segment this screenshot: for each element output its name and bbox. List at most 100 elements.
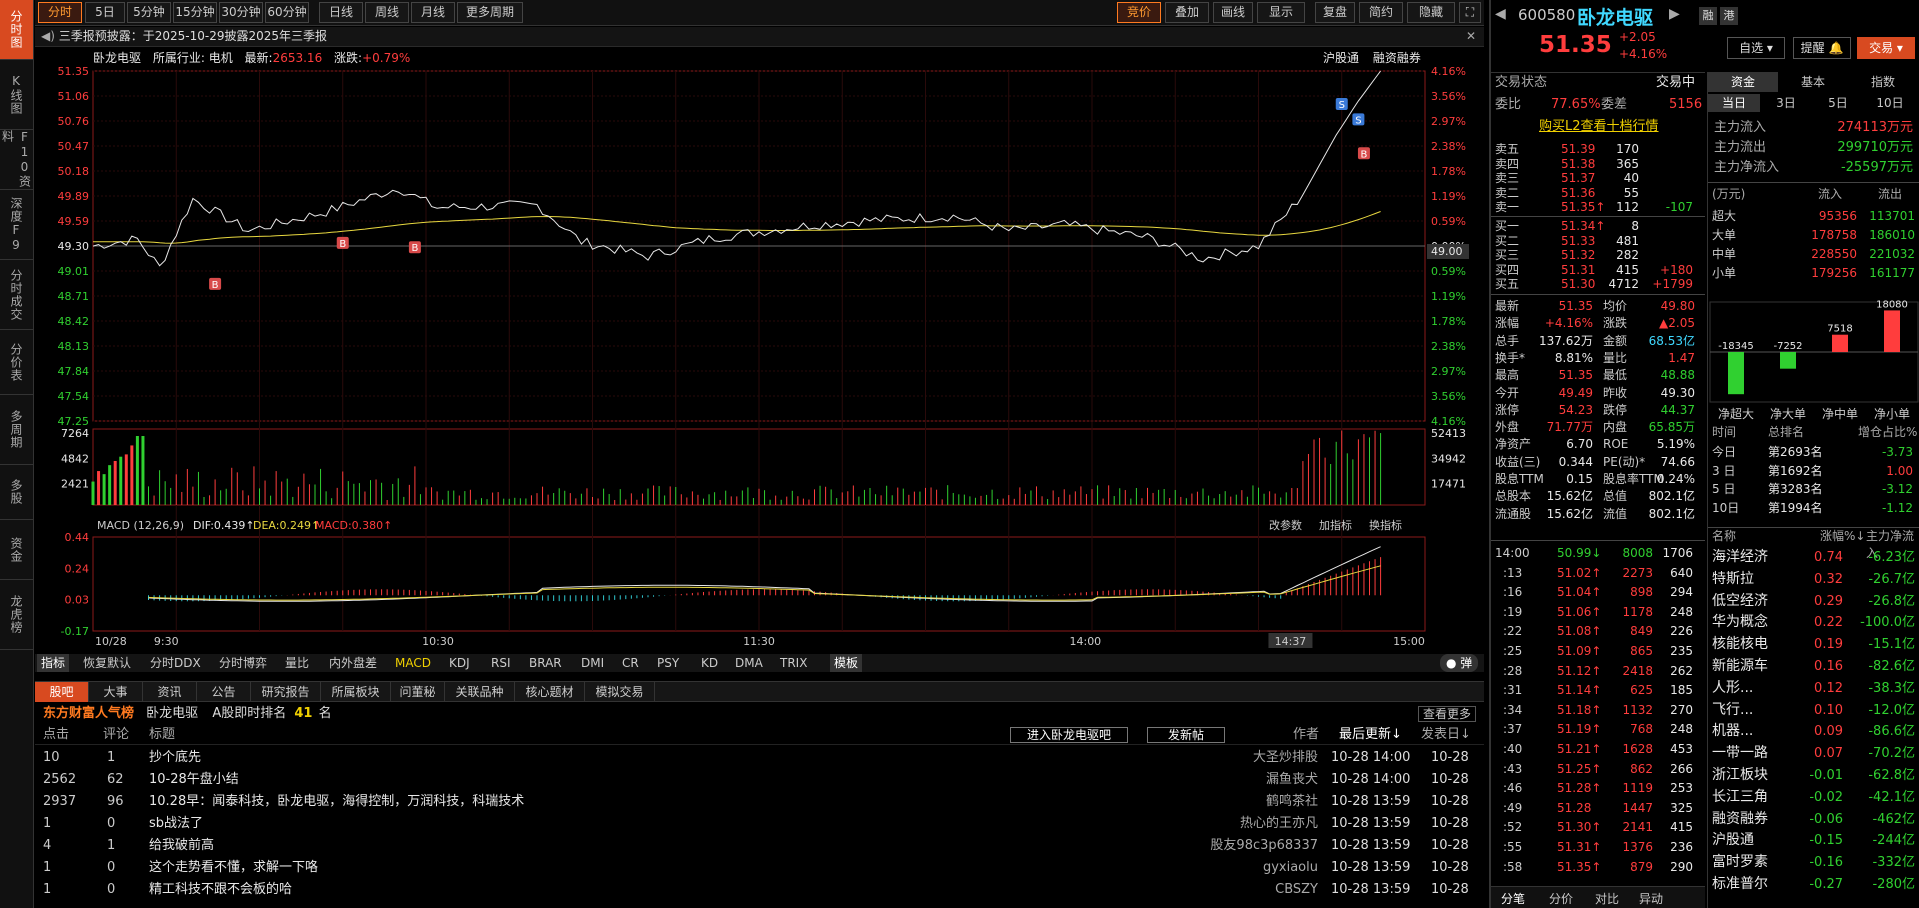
- btab-6[interactable]: 问董秘: [391, 682, 445, 702]
- forum-row[interactable]: 2562 62 10-28午盘小结 漏鱼丧犬 10-28 14:00 10-28: [35, 769, 1484, 791]
- period-btn-5[interactable]: 60分钟: [265, 2, 309, 23]
- forum-title[interactable]: sb战法了: [149, 813, 203, 835]
- indicator-tab-0[interactable]: 指标: [37, 654, 70, 672]
- period-btn-3[interactable]: 15分钟: [173, 2, 217, 23]
- ask-price[interactable]: 51.37: [1561, 171, 1595, 186]
- left-tab-2[interactable]: F10资料: [0, 130, 33, 190]
- fund-sub-2[interactable]: 5日: [1812, 94, 1864, 112]
- btab-0[interactable]: 股吧: [35, 682, 89, 702]
- left-tab-8[interactable]: 资金: [0, 520, 33, 580]
- tool-btn-1[interactable]: 叠加: [1165, 2, 1209, 23]
- fund-sub-0[interactable]: 当日: [1708, 94, 1760, 112]
- sector-name[interactable]: 特斯拉: [1712, 571, 1754, 588]
- forum-author[interactable]: 大圣炒排股: [1253, 747, 1318, 769]
- forum-author[interactable]: 鹤鸣茶社: [1266, 791, 1318, 813]
- left-tab-0[interactable]: 分时图: [0, 0, 33, 60]
- indicator-tab-1[interactable]: 恢复默认: [83, 654, 131, 672]
- sector-name[interactable]: 融资融券: [1712, 811, 1768, 828]
- sector-name[interactable]: 飞行...: [1712, 702, 1753, 719]
- indicator-tab-15[interactable]: TRIX: [780, 654, 807, 672]
- sector-name[interactable]: 新能源车: [1712, 658, 1768, 675]
- forum-col-date[interactable]: 发表日↓: [1421, 725, 1471, 745]
- trade-button[interactable]: 交易 ▾: [1857, 37, 1915, 59]
- sector-name[interactable]: 长江三角: [1712, 789, 1768, 806]
- period-btn-6[interactable]: 日线: [319, 2, 363, 23]
- indicator-tab-10[interactable]: DMI: [581, 654, 604, 672]
- tool-btn-5[interactable]: 简约: [1359, 2, 1403, 23]
- bid-price[interactable]: 51.34↑: [1561, 219, 1605, 234]
- forum-row[interactable]: 10 1 抄个底先 大圣炒排股 10-28 14:00 10-28: [35, 747, 1484, 769]
- macd-button[interactable]: 加指标: [1319, 518, 1352, 532]
- forum-author[interactable]: CBSZY: [1275, 879, 1318, 901]
- forum-row[interactable]: 4 1 给我破前高 股友98c3p68337 10-28 13:59 10-28: [35, 835, 1484, 857]
- sector-head[interactable]: 名称: [1712, 528, 1736, 545]
- forum-author[interactable]: 热心的王亦凡: [1240, 813, 1318, 835]
- ask-price[interactable]: 51.36: [1561, 186, 1595, 201]
- period-btn-8[interactable]: 月线: [411, 2, 455, 23]
- forum-author[interactable]: 漏鱼丧犬: [1266, 769, 1318, 791]
- forum-title[interactable]: 10.28早：闻泰科技，卧龙电驱，海得控制，万润科技，科瑞技术: [149, 791, 524, 813]
- indicator-tab-6[interactable]: MACD: [395, 654, 431, 672]
- ask-price[interactable]: 51.39: [1561, 142, 1595, 157]
- sector-name[interactable]: 海洋经济: [1712, 549, 1768, 566]
- period-btn-1[interactable]: 5日: [85, 2, 125, 23]
- tool-btn-2[interactable]: 画线: [1213, 2, 1253, 23]
- sector-head[interactable]: 涨幅%↓: [1820, 528, 1865, 545]
- link-rzrq[interactable]: 融资融券: [1373, 51, 1421, 65]
- remind-button[interactable]: 提醒 🔔: [1793, 37, 1851, 59]
- indicator-tab-9[interactable]: BRAR: [529, 654, 562, 672]
- bid-price[interactable]: 51.33: [1561, 234, 1595, 249]
- left-tab-1[interactable]: K线图: [0, 60, 33, 130]
- indicator-tab-14[interactable]: DMA: [735, 654, 763, 672]
- forum-more-button[interactable]: 查看更多: [1417, 706, 1476, 722]
- sector-name[interactable]: 浙江板块: [1712, 767, 1768, 784]
- forum-author[interactable]: 股友98c3p68337: [1210, 835, 1318, 857]
- period-btn-9[interactable]: 更多周期: [457, 2, 523, 23]
- tick-tab-2[interactable]: 对比: [1595, 890, 1619, 907]
- margin-badge[interactable]: 融: [1699, 7, 1717, 25]
- indicator-tab-12[interactable]: PSY: [657, 654, 679, 672]
- enter-forum-button[interactable]: 进入卧龙电驱吧: [1010, 727, 1129, 743]
- indicator-tab-3[interactable]: 分时博弈: [219, 654, 267, 672]
- ask-price[interactable]: 51.35↑: [1561, 200, 1605, 215]
- tick-tab-3[interactable]: 异动: [1639, 890, 1663, 907]
- btab-3[interactable]: 公告: [197, 682, 251, 702]
- btab-1[interactable]: 大事: [89, 682, 143, 702]
- indicator-tab-13[interactable]: KD: [701, 654, 718, 672]
- ask-price[interactable]: 51.38: [1561, 157, 1595, 172]
- sector-name[interactable]: 沪股通: [1712, 832, 1754, 849]
- forum-col-updated[interactable]: 最后更新↓: [1339, 725, 1402, 745]
- sector-name[interactable]: 机器...: [1712, 723, 1753, 740]
- fund-sub-3[interactable]: 10日: [1864, 94, 1916, 112]
- btab-9[interactable]: 模拟交易: [585, 682, 655, 702]
- sector-name[interactable]: 华为概念: [1712, 614, 1768, 631]
- forum-row[interactable]: 2937 96 10.28早：闻泰科技，卧龙电驱，海得控制，万润科技，科瑞技术 鹤鸣茶…: [35, 791, 1484, 813]
- fund-tab-0[interactable]: 资金: [1708, 72, 1778, 92]
- close-icon[interactable]: ✕: [1466, 27, 1476, 46]
- forum-author[interactable]: gyxiaolu: [1263, 857, 1318, 879]
- left-tab-3[interactable]: 深度F9: [0, 190, 33, 260]
- indicator-tab-7[interactable]: KDJ: [449, 654, 470, 672]
- popup-toggle[interactable]: ● 弹: [1440, 654, 1479, 672]
- indicator-tab-11[interactable]: CR: [622, 654, 639, 672]
- bid-price[interactable]: 51.30: [1561, 277, 1595, 292]
- forum-row[interactable]: 1 0 sb战法了 热心的王亦凡 10-28 13:59 10-28: [35, 813, 1484, 835]
- fund-tab-2[interactable]: 指数: [1848, 72, 1918, 92]
- left-tab-5[interactable]: 分价表: [0, 330, 33, 395]
- sector-head[interactable]: 主力净流入: [1866, 528, 1919, 560]
- indicator-tab-8[interactable]: RSI: [491, 654, 511, 672]
- tool-btn-0[interactable]: 竞价: [1117, 2, 1161, 23]
- l2-link[interactable]: 购买L2查看十档行情: [1539, 118, 1659, 135]
- link-hgt[interactable]: 沪股通: [1323, 51, 1359, 65]
- sector-name[interactable]: 人形...: [1712, 680, 1753, 697]
- tick-tab-1[interactable]: 分价: [1549, 890, 1573, 907]
- btab-5[interactable]: 所属板块: [321, 682, 391, 702]
- bid-price[interactable]: 51.32: [1561, 248, 1595, 263]
- bid-price[interactable]: 51.31: [1561, 263, 1595, 278]
- forum-title[interactable]: 这个走势看不懂，求解一下咯: [149, 857, 318, 879]
- indicator-tab-4[interactable]: 量比: [285, 654, 309, 672]
- sector-name[interactable]: 一带一路: [1712, 745, 1768, 762]
- forum-title[interactable]: 10-28午盘小结: [149, 769, 239, 791]
- hk-badge[interactable]: 港: [1720, 7, 1738, 25]
- fullscreen-icon[interactable]: ⛶: [1459, 2, 1481, 23]
